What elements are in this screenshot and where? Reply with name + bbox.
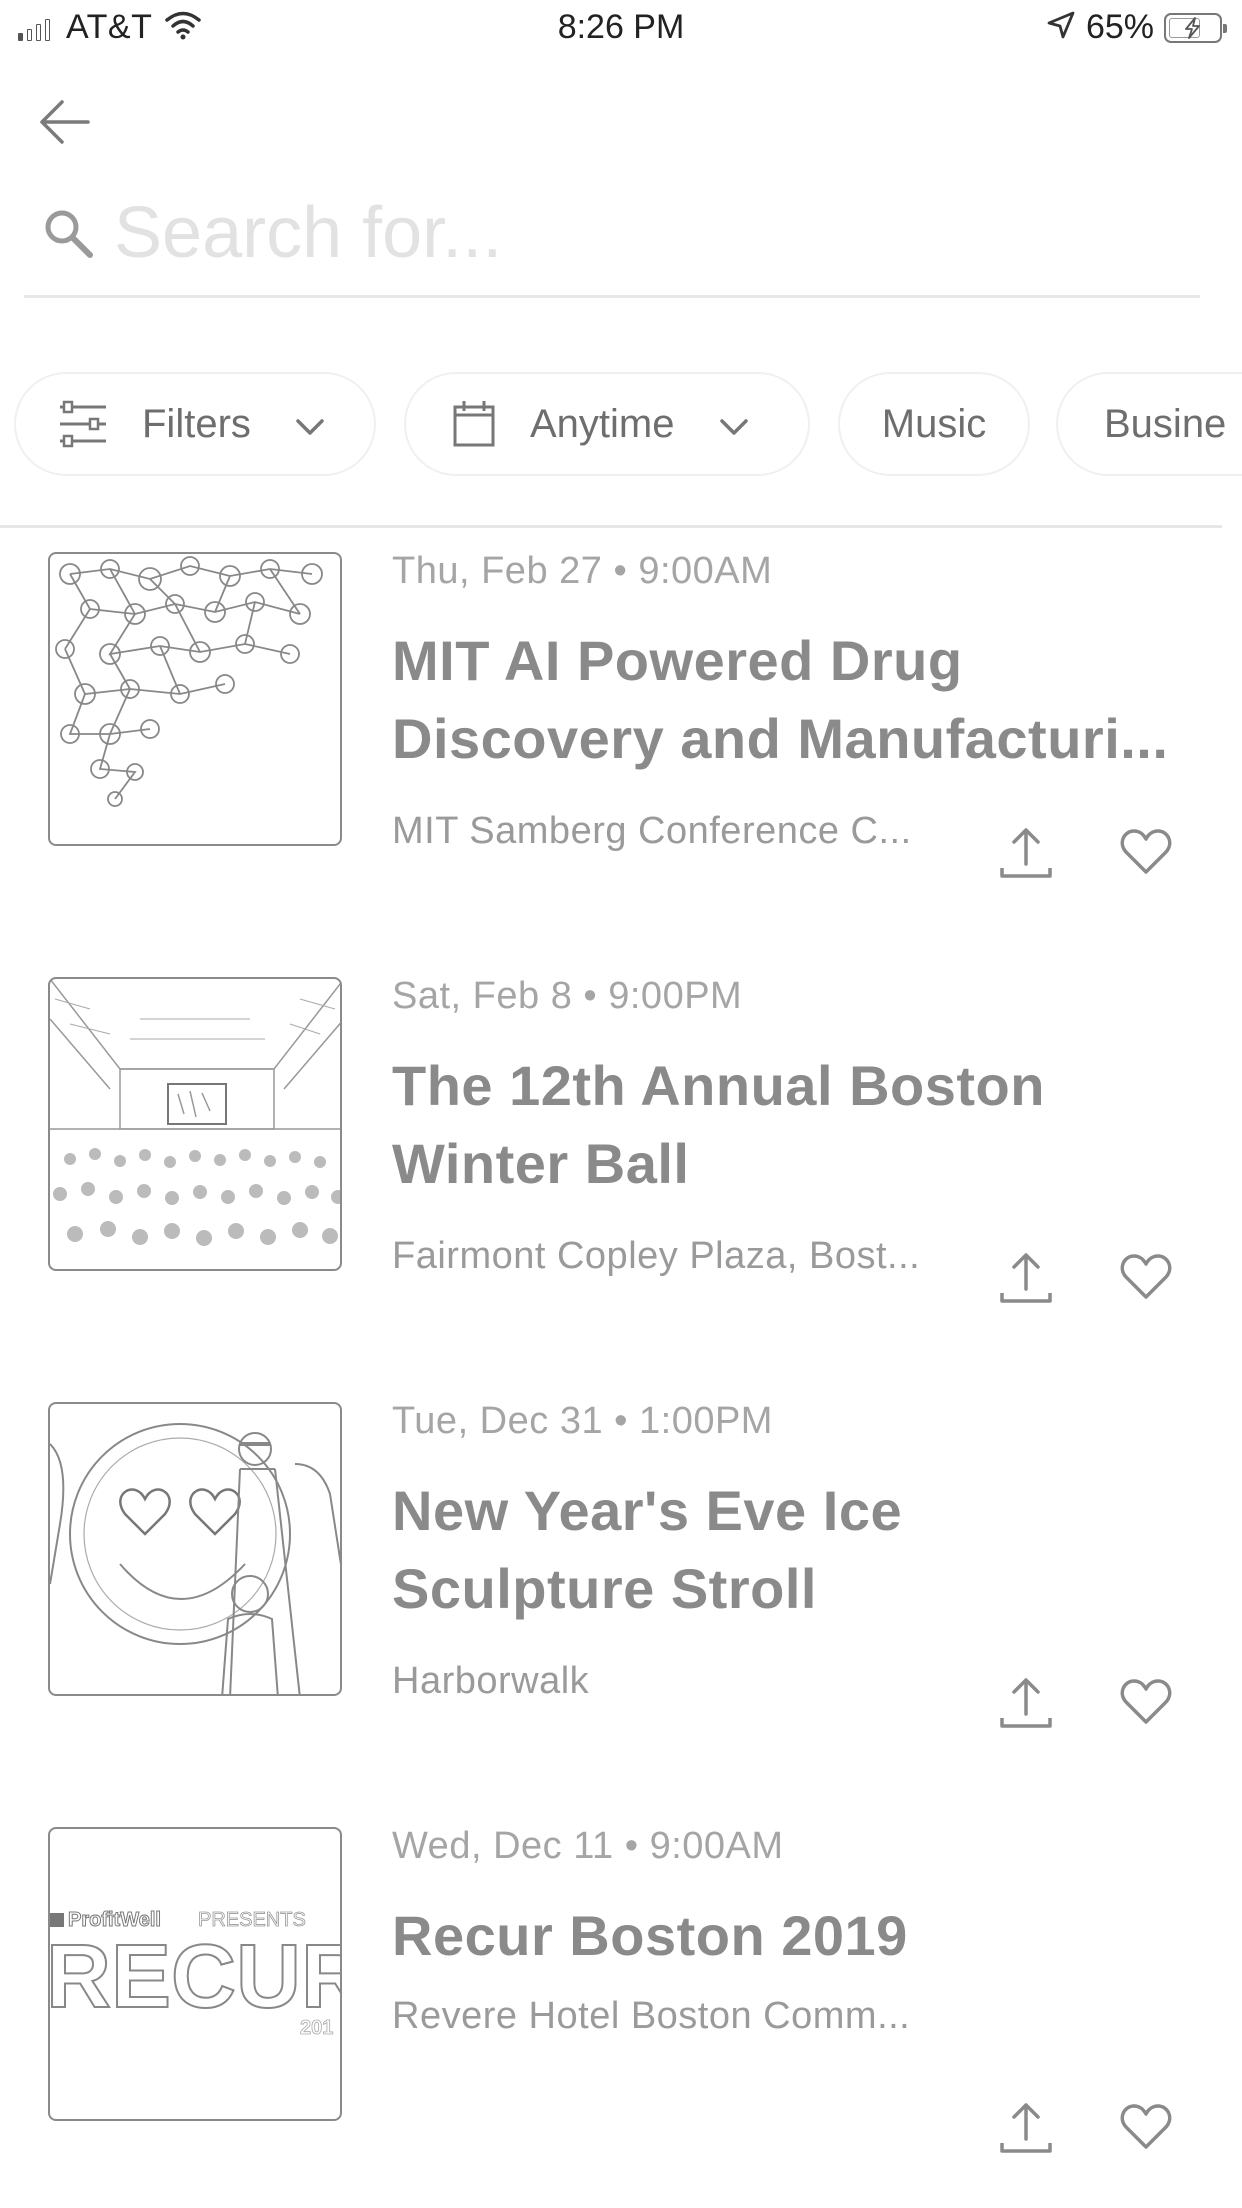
location-arrow-icon — [1046, 10, 1076, 45]
event-title-line: The 12th Annual Boston — [392, 1054, 1045, 1117]
event-venue: MIT Samberg Conference C... — [392, 810, 912, 852]
event-image[interactable] — [48, 1402, 342, 1696]
event-image[interactable] — [48, 977, 342, 1271]
event-title[interactable]: MIT AI Powered Drug Discovery and Manufa… — [392, 622, 1192, 778]
arrow-left-icon — [38, 98, 90, 151]
event-title-line: Recur Boston 2019 — [392, 1904, 908, 1967]
heart-icon — [1120, 1678, 1172, 1731]
share-icon — [998, 824, 1054, 885]
search-icon[interactable] — [40, 205, 96, 261]
sliders-icon — [58, 399, 108, 449]
event-date: Thu, Feb 27 • 9:00AM — [392, 550, 773, 592]
filters-chip[interactable]: Filters — [14, 372, 376, 476]
heart-icon — [1120, 1253, 1172, 1306]
anytime-chip-label: Anytime — [530, 401, 675, 446]
event-title[interactable]: Recur Boston 2019 — [392, 1897, 1192, 1975]
event-title-line: MIT AI Powered Drug — [392, 629, 963, 692]
share-icon — [998, 2099, 1054, 2160]
business-chip-label: Busine — [1104, 401, 1227, 446]
filters-chip-label: Filters — [142, 401, 251, 446]
event-title-line: Sculpture Stroll — [392, 1557, 817, 1620]
event-venue: Revere Hotel Boston Comm... — [392, 1995, 911, 2037]
event-card[interactable]: ProfitWell PRESENTS RECUR 201 Wed, Dec 1… — [0, 1815, 1242, 2208]
share-button[interactable] — [990, 1668, 1062, 1740]
event-date: Tue, Dec 31 • 1:00PM — [392, 1400, 773, 1442]
profitwell-mark-icon — [50, 1913, 64, 1927]
event-venue: Fairmont Copley Plaza, Bost... — [392, 1235, 921, 1277]
like-button[interactable] — [1110, 1243, 1182, 1315]
heart-icon — [1120, 2103, 1172, 2156]
recur-logo-image: ProfitWell PRESENTS RECUR 201 — [50, 1909, 342, 2039]
image-recur-text: RECUR — [50, 1927, 342, 2027]
event-card[interactable]: Sat, Feb 8 • 9:00PM The 12th Annual Bost… — [0, 965, 1242, 1390]
share-button[interactable] — [990, 818, 1062, 890]
search-bar — [24, 170, 1200, 298]
like-button[interactable] — [1110, 1668, 1182, 1740]
event-date: Sat, Feb 8 • 9:00PM — [392, 975, 743, 1017]
event-title-line: New Year's Eve Ice — [392, 1479, 903, 1542]
event-card[interactable]: Tue, Dec 31 • 1:00PM New Year's Eve Ice … — [0, 1390, 1242, 1815]
event-title[interactable]: New Year's Eve Ice Sculpture Stroll — [392, 1472, 1192, 1628]
share-icon — [998, 1249, 1054, 1310]
battery-charging-icon — [1164, 12, 1227, 43]
event-image[interactable] — [48, 552, 342, 846]
share-button[interactable] — [990, 2093, 1062, 2165]
status-bar-right: 65% — [1046, 8, 1227, 47]
back-button[interactable] — [36, 96, 92, 152]
share-button[interactable] — [990, 1243, 1062, 1315]
event-date: Wed, Dec 11 • 9:00AM — [392, 1825, 784, 1867]
event-title-line: Discovery and Manufacturi... — [392, 707, 1169, 770]
ballroom-crowd-image — [50, 979, 340, 1246]
ice-sculpture-emoji-image — [50, 1423, 340, 1694]
event-venue: Harborwalk — [392, 1660, 590, 1702]
like-button[interactable] — [1110, 818, 1182, 890]
filter-chips-bar: Filters Anytime Music Busine — [0, 372, 1242, 482]
anytime-chip[interactable]: Anytime — [404, 372, 810, 476]
event-title[interactable]: The 12th Annual Boston Winter Ball — [392, 1047, 1192, 1203]
chevron-down-icon — [295, 402, 325, 447]
chevron-down-icon — [719, 402, 749, 447]
image-year-text: 201 — [300, 2017, 333, 2039]
calendar-icon — [452, 399, 496, 449]
heart-icon — [1120, 828, 1172, 881]
event-title-line: Winter Ball — [392, 1132, 690, 1195]
event-image[interactable]: ProfitWell PRESENTS RECUR 201 — [48, 1827, 342, 2121]
event-card[interactable]: Thu, Feb 27 • 9:00AM MIT AI Powered Drug… — [0, 540, 1242, 965]
status-bar: AT&T 8:26 PM 65% — [0, 0, 1242, 60]
music-chip-label: Music — [881, 401, 987, 446]
molecule-network-image — [55, 556, 323, 807]
search-input[interactable] — [114, 182, 1114, 283]
business-chip[interactable]: Busine — [1056, 372, 1242, 476]
share-icon — [998, 1674, 1054, 1735]
like-button[interactable] — [1110, 2093, 1182, 2165]
battery-percentage: 65% — [1085, 8, 1154, 46]
music-chip[interactable]: Music — [838, 372, 1030, 476]
divider — [0, 525, 1222, 528]
